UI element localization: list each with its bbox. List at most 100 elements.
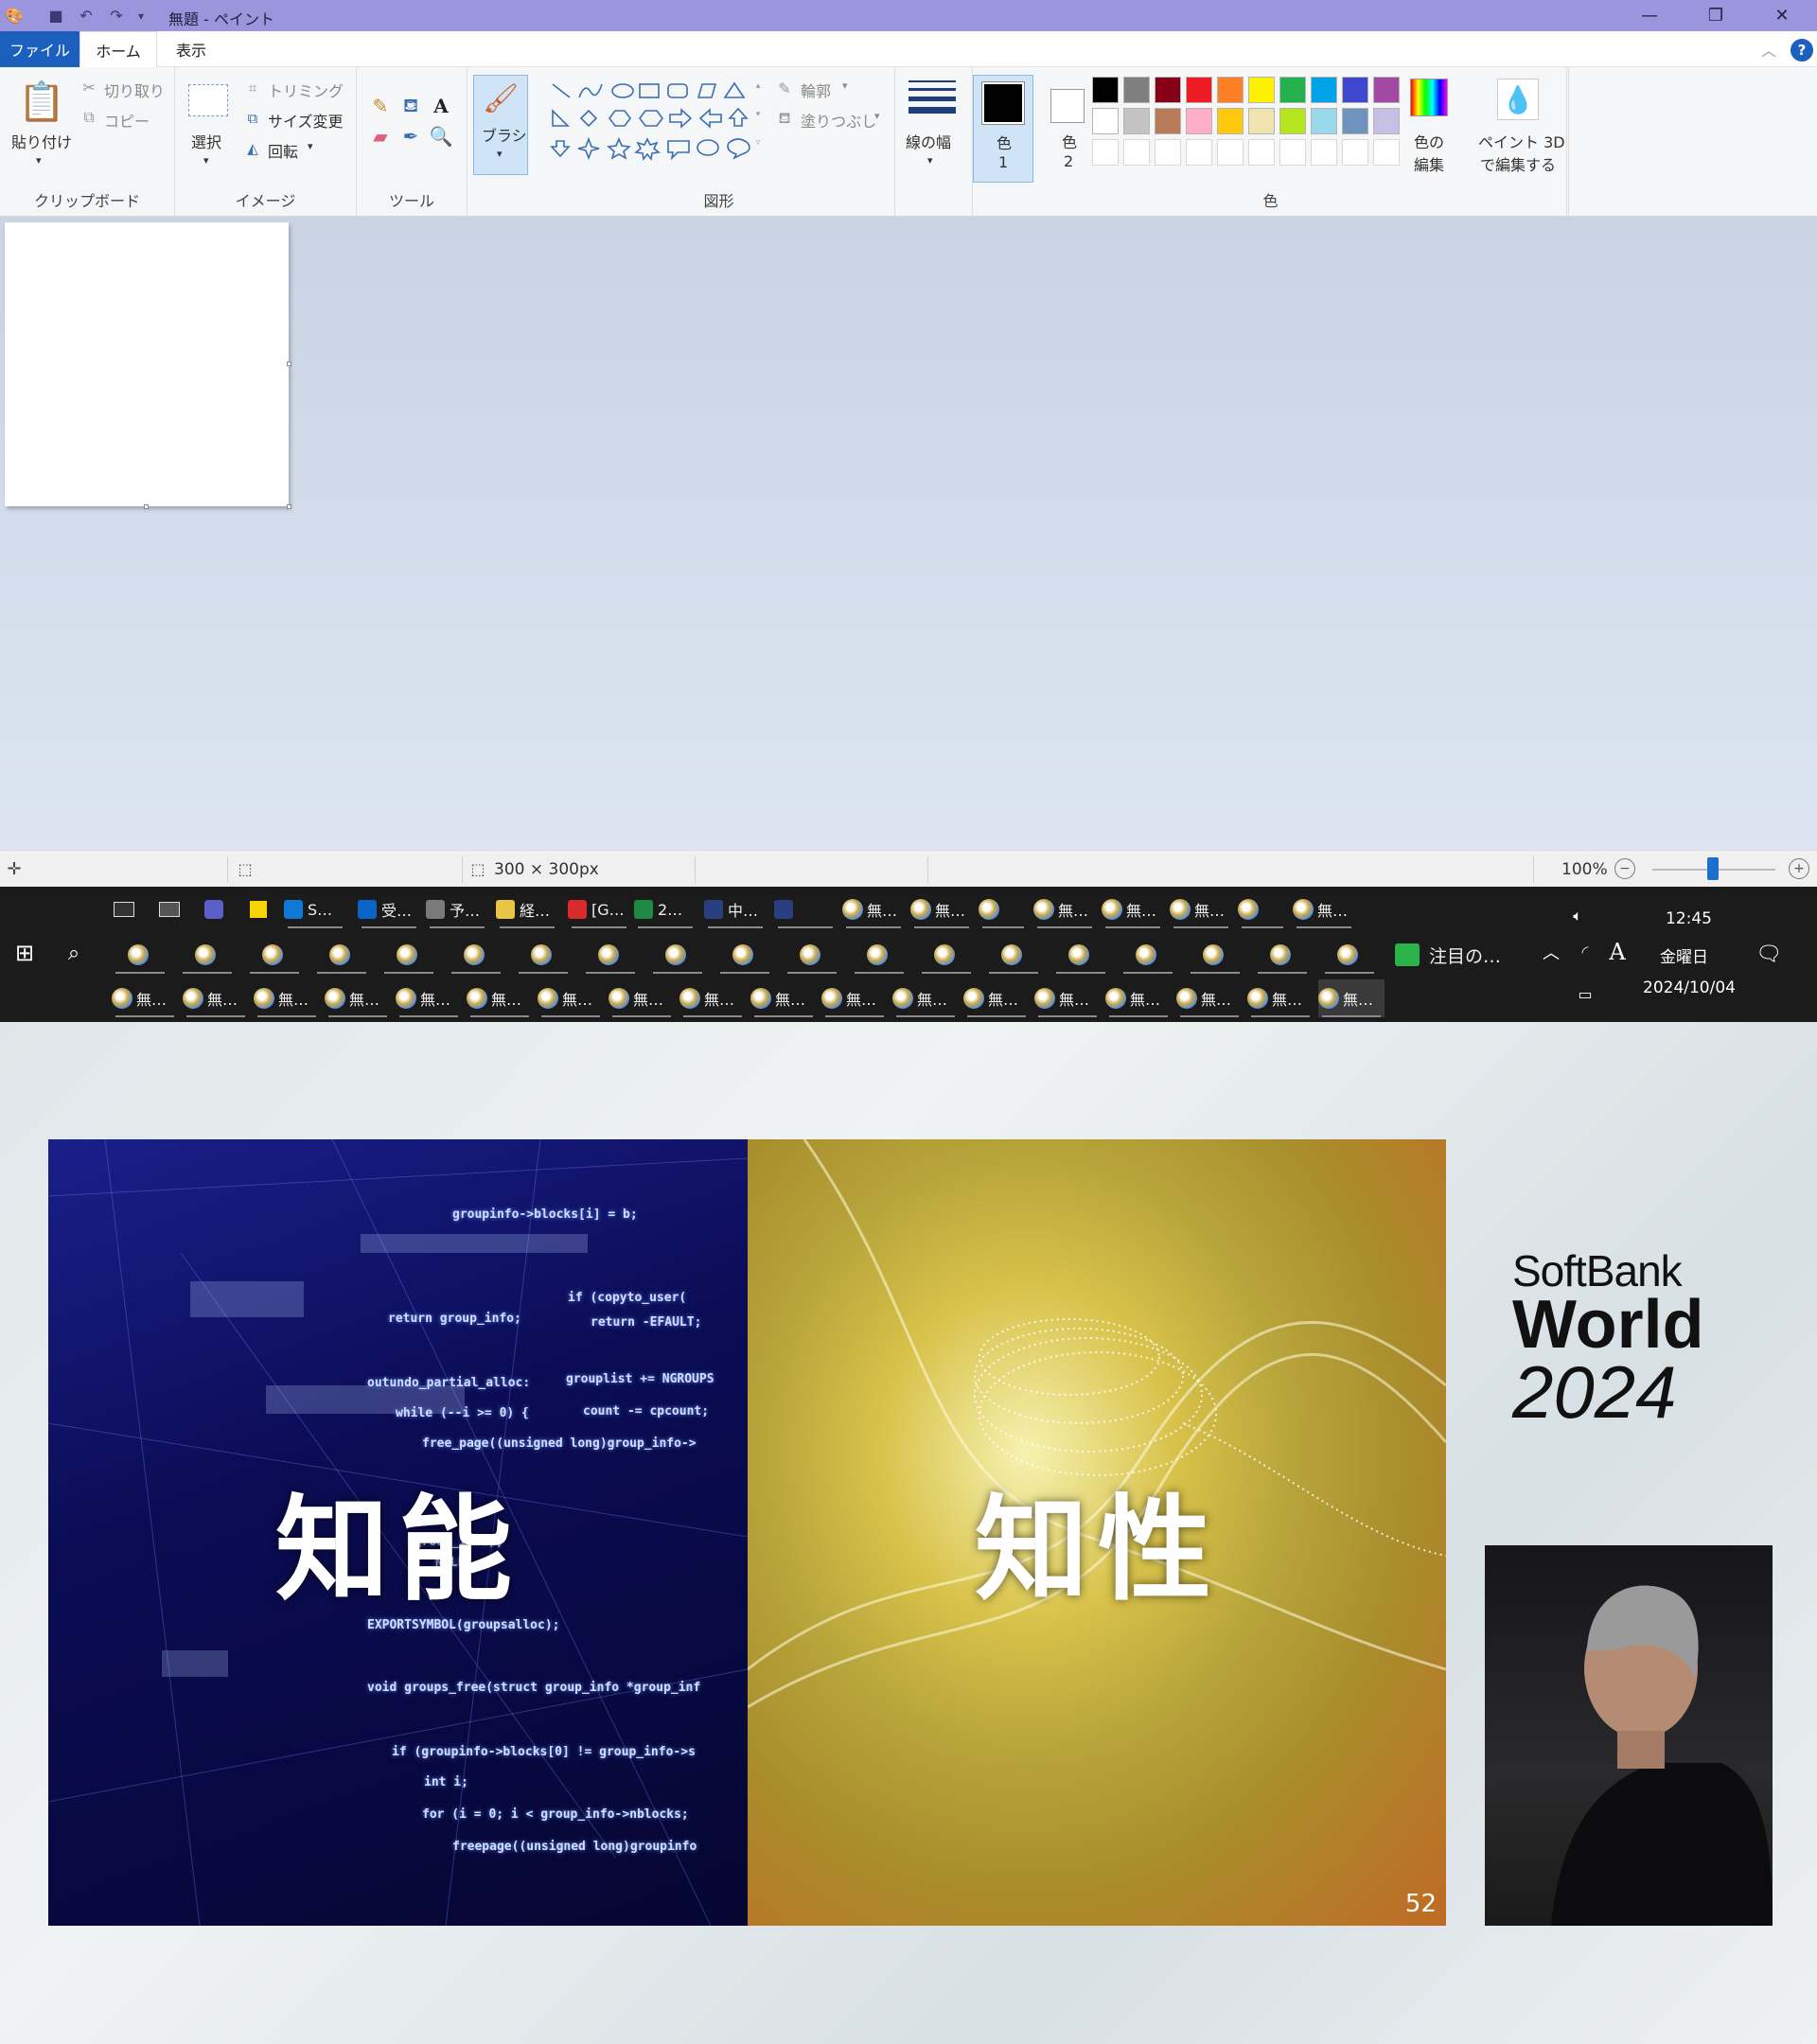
- palette-swatch[interactable]: [1279, 77, 1306, 103]
- paste-icon[interactable]: 📋: [18, 77, 65, 126]
- tab-view[interactable]: 表示: [163, 31, 220, 67]
- shapes-gallery[interactable]: [549, 80, 753, 175]
- zoom-slider-thumb[interactable]: [1707, 857, 1719, 880]
- customize-quick-access-icon[interactable]: ▾: [127, 0, 155, 31]
- taskbar-paint-button[interactable]: 無…: [254, 979, 320, 1017]
- eraser-icon[interactable]: ▰: [368, 124, 393, 149]
- taskbar-paint-button[interactable]: 無…: [821, 979, 888, 1017]
- wifi-icon[interactable]: ◜: [1573, 940, 1597, 964]
- taskbar-paint-button[interactable]: 無…: [1247, 979, 1314, 1017]
- taskbar-paint-button[interactable]: [1254, 936, 1311, 974]
- taskbar-app-button[interactable]: S…: [284, 890, 346, 928]
- custom-color-slot[interactable]: [1311, 139, 1337, 166]
- palette-swatch[interactable]: [1279, 108, 1306, 134]
- paint3d-button[interactable]: ペイント 3D: [1478, 130, 1565, 152]
- taskbar-paint-button[interactable]: [851, 936, 908, 974]
- restore-button[interactable]: ❐: [1683, 0, 1749, 31]
- volume-icon[interactable]: 🔈︎: [1565, 904, 1590, 928]
- custom-color-slot[interactable]: [1186, 139, 1212, 166]
- taskbar-paint-button[interactable]: [515, 936, 572, 974]
- taskbar-paint-button[interactable]: [179, 936, 236, 974]
- taskbar-paint-button[interactable]: [716, 936, 773, 974]
- taskbar-paint-button[interactable]: [1321, 936, 1378, 974]
- taskbar-app-button[interactable]: [1238, 890, 1287, 928]
- custom-color-slot[interactable]: [1279, 139, 1306, 166]
- shape-fill-dropdown-icon[interactable]: ▾: [874, 110, 880, 122]
- collapse-ribbon-icon[interactable]: ︿: [1758, 39, 1779, 60]
- save-icon[interactable]: ■: [42, 0, 70, 31]
- custom-color-slot[interactable]: [1092, 139, 1119, 166]
- palette-swatch[interactable]: [1123, 108, 1150, 134]
- taskbar-paint-button[interactable]: 無…: [963, 979, 1030, 1017]
- custom-color-slot[interactable]: [1217, 139, 1244, 166]
- brush-button[interactable]: 🖌 ブラシ ▾: [473, 75, 528, 175]
- taskbar-paint-button[interactable]: [1052, 936, 1109, 974]
- paste-button[interactable]: 貼り付け: [11, 130, 72, 152]
- line-width-icon[interactable]: [908, 80, 956, 114]
- select-dropdown-icon[interactable]: ▾: [203, 154, 209, 167]
- palette-swatch[interactable]: [1092, 77, 1119, 103]
- clock-date[interactable]: 2024/10/04: [1643, 978, 1736, 997]
- rotate-dropdown-icon[interactable]: ▾: [308, 140, 313, 152]
- show-hidden-icons-icon[interactable]: ︿: [1539, 940, 1563, 964]
- resize-button[interactable]: サイズ変更: [268, 109, 344, 132]
- taskbar-paint-button[interactable]: 無…: [538, 979, 604, 1017]
- taskbar-app-button[interactable]: 経…: [496, 890, 558, 928]
- clock-weekday[interactable]: 金曜日: [1660, 943, 1708, 967]
- zoom-in-icon[interactable]: +: [1789, 858, 1809, 879]
- undo-icon[interactable]: ↶: [72, 0, 100, 31]
- taskbar-paint-button[interactable]: [1187, 936, 1244, 974]
- action-center-icon[interactable]: 🗨︎: [1755, 940, 1783, 968]
- help-icon[interactable]: ?: [1791, 39, 1813, 62]
- taskbar-paint-button[interactable]: 無…: [1105, 979, 1172, 1017]
- taskbar-app-button[interactable]: 無…: [1293, 890, 1355, 928]
- crop-button[interactable]: トリミング: [268, 79, 344, 101]
- palette-swatch[interactable]: [1155, 108, 1181, 134]
- palette-swatch[interactable]: [1311, 108, 1337, 134]
- magnifier-icon[interactable]: 🔍: [429, 124, 453, 149]
- palette-swatch[interactable]: [1186, 108, 1212, 134]
- paste-dropdown-icon[interactable]: ▾: [36, 154, 42, 167]
- tab-file[interactable]: ファイル: [0, 31, 79, 67]
- taskbar-paint-button[interactable]: [985, 936, 1042, 974]
- taskbar-paint-button[interactable]: 無…: [892, 979, 959, 1017]
- canvas-resize-handle-right[interactable]: [287, 361, 291, 366]
- custom-color-slot[interactable]: [1248, 139, 1275, 166]
- taskbar-app-button[interactable]: [G…: [568, 890, 630, 928]
- custom-color-slot[interactable]: [1155, 139, 1181, 166]
- shape-fill-button[interactable]: 塗りつぶし: [801, 109, 876, 132]
- shapes-more-icon[interactable]: ▿: [751, 135, 765, 150]
- color2-button[interactable]: 色 2: [1039, 75, 1096, 183]
- copy-button[interactable]: コピー: [104, 109, 150, 132]
- taskbar-paint-button[interactable]: [649, 936, 706, 974]
- taskbar-app-button[interactable]: 無…: [1102, 890, 1164, 928]
- clock-time[interactable]: 12:45: [1666, 909, 1712, 928]
- pencil-icon[interactable]: ✎: [368, 94, 393, 118]
- palette-swatch[interactable]: [1123, 77, 1150, 103]
- ime-mode-icon[interactable]: A: [1605, 938, 1630, 966]
- taskbar-paint-button[interactable]: [918, 936, 975, 974]
- palette-swatch[interactable]: [1248, 108, 1275, 134]
- fill-bucket-icon[interactable]: ⛾: [398, 94, 423, 118]
- taskbar-paint-button[interactable]: 無…: [183, 979, 249, 1017]
- taskbar-app-button[interactable]: [979, 890, 1028, 928]
- outline-button[interactable]: 輪郭: [801, 79, 831, 101]
- line-width-label[interactable]: 線の幅: [906, 130, 951, 152]
- taskbar-app-button[interactable]: 中…: [704, 890, 767, 928]
- palette-swatch[interactable]: [1217, 108, 1244, 134]
- text-tool-icon[interactable]: A: [429, 94, 453, 118]
- palette-swatch[interactable]: [1092, 108, 1119, 134]
- taskbar-app-button[interactable]: 無…: [1033, 890, 1096, 928]
- custom-color-slot[interactable]: [1373, 139, 1400, 166]
- taskbar-paint-button[interactable]: 無…: [396, 979, 462, 1017]
- taskbar-app-button[interactable]: 予…: [426, 890, 488, 928]
- taskbar-paint-button[interactable]: 無…: [609, 979, 675, 1017]
- rotate-button[interactable]: 回転: [268, 139, 298, 162]
- taskbar-paint-button[interactable]: [112, 936, 168, 974]
- outline-dropdown-icon[interactable]: ▾: [842, 79, 848, 92]
- palette-swatch[interactable]: [1186, 77, 1212, 103]
- taskbar-paint-button[interactable]: 無…: [1034, 979, 1101, 1017]
- taskbar-app-button[interactable]: 2…: [634, 890, 697, 928]
- canvas-resize-handle-corner[interactable]: [287, 504, 291, 509]
- palette-swatch[interactable]: [1373, 108, 1400, 134]
